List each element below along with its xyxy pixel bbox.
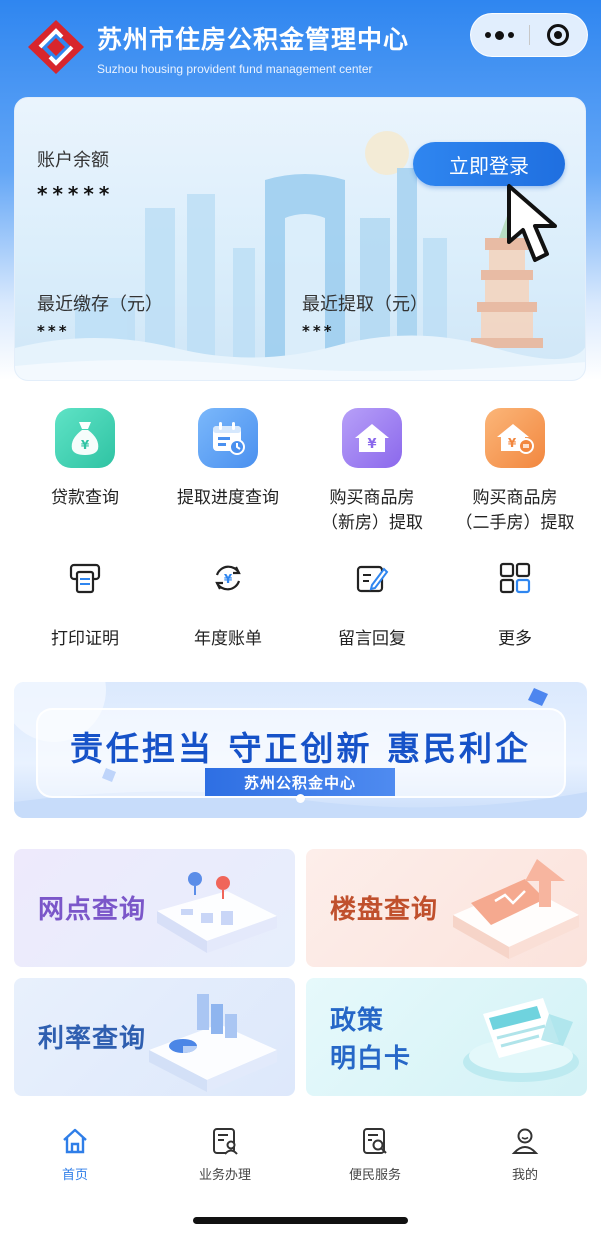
policy-document-illustration-icon [463,998,579,1082]
service-label: 贷款查询 [51,488,119,508]
service-message-reply[interactable]: 留言回复 [299,558,445,649]
account-card: 账户余额 ***** 立即登录 最近缴存（元） *** 最近提取（元） *** [14,97,586,381]
tab-label: 我的 [511,1168,538,1183]
recent-deposit-value: *** [37,322,70,340]
fund-center-logo-icon [28,20,84,74]
recent-withdraw-value: *** [302,322,335,340]
document-user-icon [210,1126,240,1156]
tile-label: 政策 明白卡 [330,1006,412,1074]
tab-home[interactable]: 首页 [20,1126,130,1183]
service-label: 更多 [498,629,532,649]
tile-outlet-query[interactable]: 网点查询 [14,849,295,967]
service-label: 年度账单 [194,629,262,649]
recent-deposit-label: 最近缴存（元） [37,294,163,315]
recent-withdraw-label: 最近提取（元） [302,294,428,315]
tile-label: 利率查询 [38,1024,147,1054]
service-loan-query[interactable]: ¥ 贷款查询 [12,408,158,511]
service-label: 留言回复 [338,629,406,649]
service-label: 购买商品房 （二手房）提取 [455,488,575,533]
tile-policy-card[interactable]: 政策 明白卡 [306,978,587,1096]
service-second-hand-house-withdraw[interactable]: ¥ 购买商品房 （二手房）提取 [442,408,588,536]
calendar-clock-icon [198,408,258,468]
document-search-icon [360,1126,390,1156]
target-close-icon[interactable] [529,13,587,57]
tile-label: 网点查询 [38,895,147,925]
service-print-certificate[interactable]: 打印证明 [12,558,158,649]
map-pin-illustration-icon [157,872,277,953]
house-exchange-icon: ¥ [485,408,545,468]
banner-tag: 苏州公积金中心 [205,768,395,796]
promo-banner[interactable]: 责任担当 守正创新 惠民利企 苏州公积金中心 [14,682,587,818]
miniapp-capsule [470,13,588,57]
pointer-cursor-icon [507,184,557,262]
tile-interest-rate-query[interactable]: 利率查询 [14,978,295,1096]
city-skyline-illustration [15,131,585,380]
building-chart-illustration-icon [453,859,579,959]
banner-slogan: 责任担当 守正创新 惠民利企 [70,729,531,768]
home-icon [60,1126,90,1156]
tab-label: 首页 [61,1168,88,1183]
svg-text:¥: ¥ [508,436,517,450]
tab-mine[interactable]: 我的 [470,1126,580,1183]
house-yuan-icon: ¥ [342,408,402,468]
login-button[interactable]: 立即登录 [413,142,565,186]
service-label: 提取进度查询 [177,488,279,508]
service-label: 打印证明 [51,629,119,649]
user-icon [510,1126,540,1156]
carousel-indicator [296,794,305,803]
balance-label: 账户余额 [37,150,109,171]
svg-text:¥: ¥ [81,438,90,452]
bar-pie-illustration-icon [149,994,277,1092]
yuan-refresh-icon: ¥ [208,558,248,598]
service-more[interactable]: 更多 [442,558,588,649]
tab-business[interactable]: 业务办理 [170,1126,280,1183]
svg-text:¥: ¥ [224,572,233,586]
service-label: 购买商品房 （新房）提取 [321,488,423,533]
app-title: 苏州市住房公积金管理中心 [97,25,410,54]
edit-note-icon [352,558,392,598]
balance-value: ***** [37,182,115,206]
tab-label: 便民服务 [348,1168,401,1183]
tab-label: 业务办理 [198,1168,251,1183]
service-annual-statement[interactable]: ¥ 年度账单 [155,558,301,649]
tile-property-query[interactable]: 楼盘查询 [306,849,587,967]
app-header: 苏州市住房公积金管理中心 Suzhou housing provident fu… [0,0,601,92]
printer-icon [65,558,105,598]
tab-convenience[interactable]: 便民服务 [320,1126,430,1183]
service-new-house-withdraw[interactable]: ¥ 购买商品房 （新房）提取 [299,408,445,536]
more-dots-icon[interactable] [471,13,529,57]
home-indicator [193,1217,408,1224]
app-subtitle: Suzhou housing provident fund management… [97,62,373,76]
grid-more-icon [495,558,535,598]
service-withdraw-progress[interactable]: 提取进度查询 [155,408,301,511]
tile-label: 楼盘查询 [330,895,439,925]
money-bag-icon: ¥ [55,408,115,468]
svg-text:¥: ¥ [367,437,376,452]
